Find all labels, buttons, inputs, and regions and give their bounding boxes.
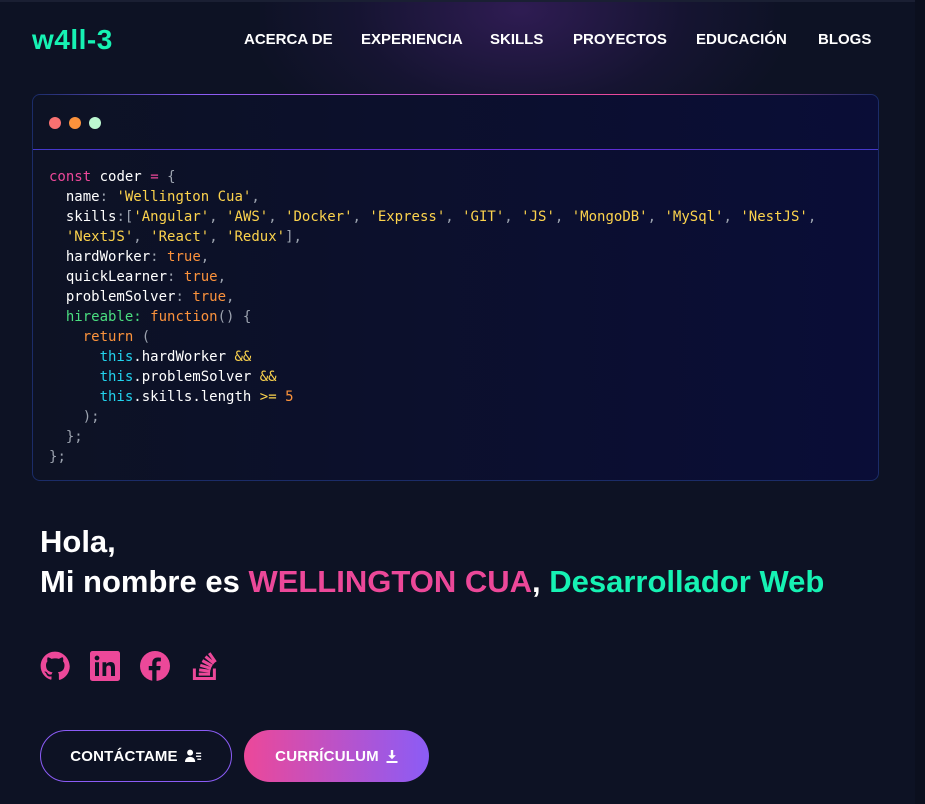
code-line: problemSolver: true, bbox=[65, 289, 235, 305]
window-dot-orange bbox=[69, 117, 81, 129]
nav-item-proyectos[interactable]: PROYECTOS bbox=[573, 31, 667, 48]
hero-heading: Hola, Mi nombre es WELLINGTON CUA, Desar… bbox=[40, 522, 824, 602]
code-line: this.problemSolver && bbox=[99, 369, 277, 385]
nav-item-experiencia[interactable]: EXPERIENCIA bbox=[361, 31, 463, 48]
nav-item-skills[interactable]: SKILLS bbox=[490, 31, 543, 48]
code-line: quickLearner: true, bbox=[65, 269, 227, 285]
code-line: ); bbox=[82, 409, 100, 425]
nav-item-acerca-de[interactable]: ACERCA DE bbox=[244, 31, 333, 48]
resume-button-label: CURRÍCULUM bbox=[275, 747, 379, 765]
code-line: hardWorker: true, bbox=[65, 249, 210, 265]
code-line: return ( bbox=[82, 329, 151, 345]
code-snippet: const coder = { name: 'Wellington Cua', … bbox=[49, 167, 816, 467]
code-line: hireable: function() { bbox=[65, 309, 252, 325]
code-line: this.hardWorker && bbox=[99, 349, 252, 365]
download-icon bbox=[386, 749, 398, 763]
code-line: this.skills.length >= 5 bbox=[99, 389, 294, 405]
code-window: const coder = { name: 'Wellington Cua', … bbox=[32, 94, 880, 481]
code-window-divider bbox=[33, 149, 878, 150]
hero-role: Desarrollador Web bbox=[549, 564, 825, 599]
resume-button[interactable]: CURRÍCULUM bbox=[244, 730, 429, 782]
code-line: }; bbox=[49, 449, 66, 465]
window-dot-red bbox=[49, 117, 61, 129]
hero-intro: Mi nombre es bbox=[40, 564, 249, 599]
scrollbar[interactable] bbox=[915, 0, 925, 804]
user-contact-icon bbox=[184, 749, 201, 762]
hero-greeting: Hola, bbox=[40, 524, 116, 559]
code-window-accent-line bbox=[33, 94, 880, 95]
site-logo[interactable]: w4ll-3 bbox=[32, 24, 113, 56]
code-line: }; bbox=[65, 429, 83, 445]
facebook-icon[interactable] bbox=[140, 651, 170, 681]
nav-item-educacion[interactable]: EDUCACIÓN bbox=[696, 31, 787, 48]
contact-button-label: CONTÁCTAME bbox=[70, 747, 178, 765]
stackoverflow-icon[interactable] bbox=[190, 651, 220, 681]
navbar: w4ll-3 ACERCA DE EXPERIENCIA SKILLS PROY… bbox=[0, 0, 925, 80]
code-line: const coder = { bbox=[49, 169, 176, 185]
window-dot-green bbox=[89, 117, 101, 129]
contact-button[interactable]: CONTÁCTAME bbox=[40, 730, 232, 782]
github-icon[interactable] bbox=[40, 651, 70, 681]
code-line: name: 'Wellington Cua', bbox=[65, 189, 260, 205]
code-line: 'NextJS', 'React', 'Redux'], bbox=[65, 229, 302, 245]
linkedin-icon[interactable] bbox=[90, 651, 120, 681]
code-line: skills:['Angular', 'AWS', 'Docker', 'Exp… bbox=[65, 209, 817, 225]
hero-name: WELLINGTON CUA bbox=[248, 564, 533, 599]
nav-item-blogs[interactable]: BLOGS bbox=[818, 31, 871, 48]
hero-intro-line: Mi nombre es WELLINGTON CUA, Desarrollad… bbox=[40, 562, 824, 602]
hero-comma: , bbox=[532, 564, 550, 599]
